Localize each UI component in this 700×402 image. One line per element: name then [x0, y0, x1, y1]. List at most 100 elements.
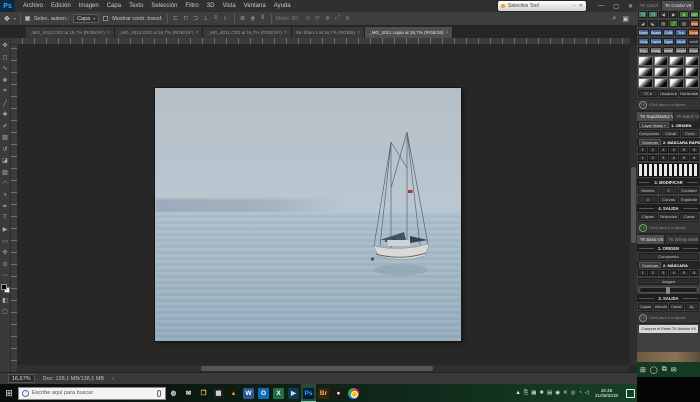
zone-button[interactable]: 4	[669, 155, 678, 161]
mask-thumbnail[interactable]	[685, 56, 700, 66]
combo-button[interactable]: Aceptar	[675, 47, 686, 54]
restore-button[interactable]: ▢	[613, 3, 619, 10]
align-icon[interactable]: ⊓	[182, 15, 190, 22]
show-transform-checkbox[interactable]	[103, 16, 108, 21]
panel-tab[interactable]: TK RapidMask2 V6	[637, 112, 674, 121]
imagen-button[interactable]: Imagen	[638, 278, 699, 285]
mask-thumbnail[interactable]	[669, 56, 684, 66]
zoom-level-field[interactable]: 16,67%	[8, 374, 35, 383]
document-tab[interactable]: _MG_4011 copia al 16,7% (RGB/16) ×	[365, 27, 453, 38]
menu-item[interactable]: 3D	[203, 0, 219, 12]
tray-icon[interactable]: ◁	[585, 390, 589, 397]
selective-tool-close-button[interactable]: ✕	[579, 3, 583, 9]
combo-button[interactable]: 100%	[690, 11, 699, 18]
zone-button[interactable]: 1	[638, 155, 647, 161]
gradient-tool[interactable]: ▧	[0, 167, 11, 179]
search-icon[interactable]: ⌕	[612, 15, 616, 23]
combo-button[interactable]: Imag.	[650, 47, 661, 54]
luminosity-zone-strip[interactable]	[638, 163, 699, 177]
zone-button[interactable]: 3	[659, 270, 668, 276]
mode3d-icon[interactable]: ⟳	[314, 15, 322, 22]
pen-tool[interactable]: ✒	[0, 201, 11, 213]
combo-button[interactable]: ❐	[648, 11, 657, 18]
taskbar-icon[interactable]: ◯	[650, 366, 658, 374]
document-tab[interactable]: Sin título-1 al 16,7% (RGB/8) ×	[292, 27, 365, 38]
mask-thumbnail[interactable]	[654, 56, 669, 66]
mask-thumbnail[interactable]	[669, 78, 684, 88]
quick-selection-tool[interactable]: ❖	[0, 75, 11, 87]
mask-thumbnail[interactable]	[638, 56, 653, 66]
photos-icon[interactable]: ▦	[211, 384, 226, 402]
combo-button[interactable]: ◣	[648, 20, 657, 27]
combo-button[interactable]: Contorn	[690, 20, 699, 27]
menu-item[interactable]: Imagen	[75, 0, 103, 12]
dodge-tool[interactable]: ◖	[0, 190, 11, 202]
mode3d-icon[interactable]: ⟲	[304, 15, 312, 22]
mask-thumbnail[interactable]	[654, 67, 669, 77]
minimize-button[interactable]: —	[598, 3, 604, 9]
combo-button[interactable]: Suave	[650, 29, 661, 36]
taskbar-icon[interactable]: ⧉	[662, 366, 667, 374]
sombras-chip[interactable]: Sombras	[639, 139, 661, 145]
quick-mask-button[interactable]: ◧	[0, 295, 11, 307]
align-icon[interactable]: ⊥	[202, 15, 210, 22]
combo-button[interactable]: Usuario ▸	[659, 90, 679, 97]
mask-thumbnail[interactable]	[685, 78, 700, 88]
selective-tool-window[interactable]: Selective Tool − ✕	[498, 1, 586, 11]
eraser-tool[interactable]: ◪	[0, 155, 11, 167]
tray-icon[interactable]: ◎	[571, 390, 576, 397]
tab-close-icon[interactable]: ×	[446, 30, 449, 36]
start-button[interactable]: ⊞	[0, 384, 18, 402]
zoom-tool[interactable]: ⊙	[0, 259, 11, 271]
mask-thumbnail[interactable]	[654, 78, 669, 88]
shape-tool[interactable]: ▭	[0, 236, 11, 248]
type-tool[interactable]: T	[0, 213, 11, 225]
modify-button[interactable]: Expandir	[679, 196, 699, 203]
chrome-icon[interactable]	[346, 384, 361, 402]
source-tab[interactable]: Color	[681, 130, 699, 137]
zone-button[interactable]: 2	[648, 155, 657, 161]
foreground-color-swatch[interactable]	[1, 284, 7, 290]
horizontal-scrollbar[interactable]	[18, 365, 629, 372]
zone-button[interactable]: 1	[638, 270, 647, 276]
mode3d-icon[interactable]: ⊕	[344, 15, 352, 22]
vertical-scrollbar[interactable]	[630, 45, 637, 365]
microphone-icon[interactable]	[157, 390, 161, 397]
history-brush-tool[interactable]: ↺	[0, 144, 11, 156]
hint-text[interactable]: Click para ir a Ajuste	[649, 225, 686, 230]
blur-tool[interactable]: ◠	[0, 178, 11, 190]
menu-item[interactable]: Texto	[125, 0, 147, 12]
tab-close-icon[interactable]: ×	[284, 30, 287, 36]
photoshop-icon[interactable]: Ps	[301, 384, 316, 402]
hint-text[interactable]: Click para ir a Ajuste	[649, 102, 686, 107]
mask-thumbnail[interactable]	[638, 67, 653, 77]
outlook-icon[interactable]: O	[256, 384, 271, 402]
selective-tool-minimize-button[interactable]: −	[573, 3, 576, 9]
zone-button[interactable]: 4	[669, 270, 678, 276]
combo-button[interactable]: Super	[663, 38, 674, 45]
auto-select-checkbox[interactable]	[25, 16, 30, 21]
output-button[interactable]: Selección	[654, 303, 669, 310]
healing-brush-tool[interactable]: ✚	[0, 109, 11, 121]
zone-button[interactable]: 6	[690, 155, 699, 161]
tray-icon[interactable]: ✕	[563, 390, 568, 397]
screen-mode-button[interactable]: ▢	[0, 306, 11, 318]
combo-button[interactable]: Horizontal	[679, 90, 699, 97]
panel-tab[interactable]: TK Batch V6	[674, 112, 700, 121]
zone-button[interactable]: 2	[648, 270, 657, 276]
output-button[interactable]: Canal	[669, 303, 684, 310]
tray-icon[interactable]: ⎘	[524, 390, 528, 397]
document-tab[interactable]: _MG_4013.CR2 al 16,7% (RGB/16*) ×	[115, 27, 204, 38]
combo-button[interactable]: ◀	[659, 11, 668, 18]
word-icon[interactable]: W	[241, 384, 256, 402]
output-button[interactable]: Capas	[638, 303, 653, 310]
zone-button[interactable]: 3	[659, 155, 668, 161]
taskbar-icon[interactable]: ✉	[671, 366, 677, 374]
path-selection-tool[interactable]: ▶	[0, 224, 11, 236]
tray-icon[interactable]: ◔	[578, 390, 581, 397]
search-input[interactable]	[32, 390, 154, 396]
toolbar-ellipsis[interactable]: ⋯	[0, 270, 11, 282]
tray-icon[interactable]: ▲	[515, 390, 520, 397]
zone-button[interactable]: 5	[679, 270, 688, 276]
combo-button[interactable]: TK ▸	[638, 90, 658, 97]
